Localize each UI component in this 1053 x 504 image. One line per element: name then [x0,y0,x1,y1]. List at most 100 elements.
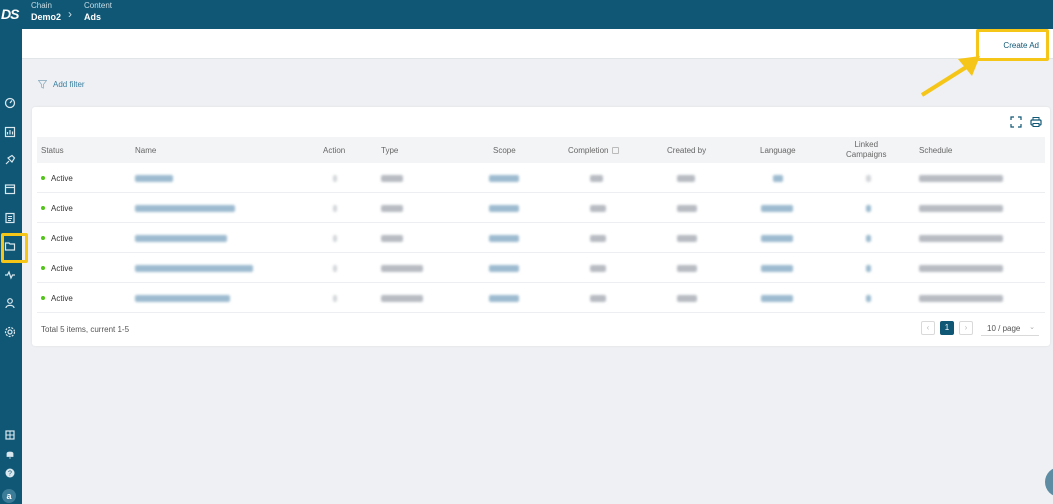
status-cell: Active [41,193,73,223]
bell-icon[interactable] [3,447,17,461]
completion-value [590,294,606,302]
breadcrumb-label: Content [84,1,113,10]
type-value [381,234,403,242]
add-filter-label: Add filter [53,80,85,89]
language-value [761,264,793,272]
schedule-value [919,294,1003,302]
scope-link[interactable] [489,234,519,242]
language-value [761,294,793,302]
info-icon[interactable] [612,146,620,154]
status-cell: Active [41,163,73,193]
linked-campaigns-value[interactable] [866,294,871,302]
action-menu[interactable] [333,174,337,182]
created-by-value [677,264,697,272]
col-language[interactable]: Language [760,137,796,163]
action-menu[interactable] [333,264,337,272]
language-value [773,174,783,182]
col-linked-campaigns[interactable]: Linked Campaigns [846,137,886,163]
help-icon[interactable]: ? [3,466,17,480]
add-filter-button[interactable]: Add filter [38,80,85,89]
schedule-value [919,234,1003,242]
action-menu[interactable] [333,234,337,242]
linked-campaigns-value[interactable] [866,174,871,182]
col-schedule[interactable]: Schedule [919,137,952,163]
breadcrumb-value: Ads [84,12,102,22]
type-value [381,174,403,182]
created-by-value [677,294,697,302]
linked-campaigns-value[interactable] [866,264,871,272]
language-value [761,234,793,242]
fullscreen-icon[interactable] [1010,116,1022,128]
status-dot-icon [41,176,45,180]
chat-bubble-icon[interactable] [1045,467,1053,497]
scope-link[interactable] [489,204,519,212]
col-status[interactable]: Status [41,137,64,163]
scope-link[interactable] [489,174,519,182]
action-menu[interactable] [333,294,337,302]
status-dot-icon [41,296,45,300]
prev-page-button[interactable]: ‹ [921,321,935,335]
status-cell: Active [41,283,73,313]
action-menu[interactable] [333,204,337,212]
page-1-button[interactable]: 1 [940,321,954,335]
type-value [381,204,403,212]
language-value [761,204,793,212]
calendar-icon[interactable] [3,182,17,196]
scope-link[interactable] [489,264,519,272]
top-bar: Chain Demo2 › Content Ads [22,0,1053,29]
col-name[interactable]: Name [135,137,156,163]
chart-icon[interactable] [3,125,17,139]
report-icon[interactable] [3,211,17,225]
user-icon[interactable] [3,296,17,310]
print-icon[interactable] [1030,116,1042,128]
breadcrumb-chain[interactable]: Chain Demo2 [31,1,61,24]
dashboard-icon[interactable] [3,96,17,110]
table-row[interactable]: Active [37,283,1045,313]
status-text: Active [51,233,73,243]
scope-link[interactable] [489,294,519,302]
col-completion-label: Completion [568,145,609,155]
col-created-by[interactable]: Created by [667,137,706,163]
app-logo[interactable]: DS [0,6,22,26]
linked-campaigns-value[interactable] [866,234,871,242]
settings-icon[interactable] [3,325,17,339]
name-link[interactable] [135,234,227,242]
linked-campaigns-value[interactable] [866,204,871,212]
schedule-value [919,174,1003,182]
next-page-button[interactable]: › [959,321,973,335]
col-scope[interactable]: Scope [493,137,516,163]
completion-value [590,174,603,182]
avatar[interactable]: a [2,489,16,503]
activity-icon[interactable] [3,268,17,282]
name-link[interactable] [135,174,173,182]
created-by-value [677,204,697,212]
type-value [381,294,423,302]
col-action: Action [323,145,346,155]
table-row[interactable]: Active [37,193,1045,223]
table-row[interactable]: Active [37,163,1045,193]
completion-value [590,264,606,272]
table-row[interactable]: Active [37,253,1045,283]
grid-icon[interactable] [3,428,17,442]
name-link[interactable] [135,204,235,212]
table-row[interactable]: Active [37,223,1045,253]
action-bar: Create Ad [22,29,1053,61]
completion-value [590,204,606,212]
page-size-value: 10 / page [987,324,1021,333]
status-text: Active [51,173,73,183]
page-size-select[interactable]: 10 / page ⌄ [981,321,1039,336]
name-link[interactable] [135,294,230,302]
name-link[interactable] [135,264,253,272]
status-text: Active [51,293,73,303]
schedule-value [919,264,1003,272]
status-dot-icon [41,236,45,240]
sidebar-highlight-box [1,233,28,263]
svg-text:?: ? [8,471,12,478]
breadcrumb-content[interactable]: Content Ads [84,1,112,24]
rocket-icon[interactable] [3,153,17,167]
col-type[interactable]: Type [381,137,398,163]
completion-value [590,234,606,242]
col-completion[interactable]: Completion [568,137,620,163]
arrow-annotation-icon [920,56,980,97]
status-dot-icon [41,206,45,210]
